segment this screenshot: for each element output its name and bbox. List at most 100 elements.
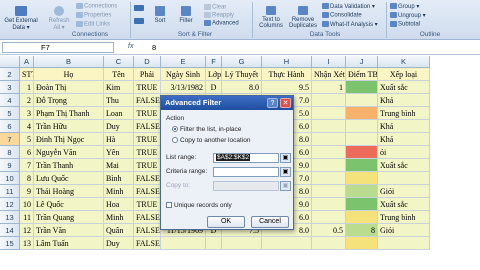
table-cell[interactable]: Nguyễn Văn <box>34 146 104 159</box>
column-title-cell[interactable]: Phái <box>134 68 161 81</box>
unique-records-checkbox[interactable]: Unique records only <box>166 202 232 209</box>
table-cell[interactable]: FALSE <box>134 224 161 237</box>
table-cell[interactable]: Xuất sắc <box>378 198 430 211</box>
row-header[interactable]: 4 <box>0 94 20 107</box>
consolidate-button[interactable]: Consolidate <box>322 12 384 19</box>
column-header-c[interactable]: C <box>104 56 134 68</box>
column-title-cell[interactable]: Lý Thuyết <box>222 68 262 81</box>
table-cell[interactable]: Trần Văn <box>34 224 104 237</box>
column-header-i[interactable]: I <box>312 56 346 68</box>
table-cell[interactable] <box>346 94 378 107</box>
table-cell[interactable]: 4 <box>20 120 34 133</box>
what-if-button[interactable]: What-If Analysis ▾ <box>322 21 384 28</box>
table-cell[interactable]: Quân <box>104 224 134 237</box>
row-header[interactable]: 11 <box>0 185 20 198</box>
close-button[interactable]: ✕ <box>280 98 291 108</box>
table-cell[interactable]: TRUE <box>134 133 161 146</box>
table-cell[interactable]: Giỏi <box>378 224 430 237</box>
table-cell[interactable] <box>206 237 222 250</box>
remove-duplicates-button[interactable]: Remove Duplicates <box>286 6 320 29</box>
table-cell[interactable]: 5 <box>20 133 34 146</box>
table-cell[interactable]: Trung bình <box>378 107 430 120</box>
column-header-e[interactable]: E <box>161 56 206 68</box>
table-cell[interactable] <box>312 133 346 146</box>
table-cell[interactable]: 9.5 <box>262 81 312 94</box>
table-cell[interactable]: 6 <box>20 146 34 159</box>
column-header-a[interactable]: A <box>20 56 34 68</box>
group-button[interactable]: Group ▾ <box>390 3 440 10</box>
table-cell[interactable] <box>346 107 378 120</box>
row-header[interactable]: 3 <box>0 81 20 94</box>
column-title-cell[interactable]: Họ <box>34 68 104 81</box>
table-cell[interactable]: 8.0 <box>222 81 262 94</box>
row-header[interactable]: 12 <box>0 198 20 211</box>
help-button[interactable]: ? <box>267 98 278 108</box>
table-cell[interactable]: Khá <box>378 120 430 133</box>
text-to-columns-button[interactable]: Text to Columns <box>256 6 286 29</box>
table-cell[interactable]: Đỗ Trọng <box>34 94 104 107</box>
table-cell[interactable] <box>312 159 346 172</box>
copy-to-input[interactable] <box>213 181 279 191</box>
table-cell[interactable]: 3/13/1982 <box>161 81 206 94</box>
table-cell[interactable]: 8 <box>346 224 378 237</box>
table-cell[interactable]: FALSE <box>134 237 161 250</box>
table-cell[interactable]: 8 <box>20 172 34 185</box>
table-cell[interactable]: Giỏi <box>378 185 430 198</box>
table-cell[interactable] <box>346 172 378 185</box>
table-cell[interactable] <box>161 237 206 250</box>
table-cell[interactable]: Đoàn Thị <box>34 81 104 94</box>
row-header[interactable]: 15 <box>0 237 20 250</box>
table-cell[interactable]: Phạm Thị Thanh <box>34 107 104 120</box>
column-header-j[interactable]: J <box>346 56 378 68</box>
filter-in-place-radio[interactable]: Filter the list, in-place <box>172 126 241 133</box>
column-header-g[interactable]: G <box>222 56 262 68</box>
copy-to-collapse-button[interactable]: ▣ <box>280 181 291 191</box>
clear-button[interactable]: Clear <box>204 4 244 11</box>
edit-links-button[interactable]: Edit Links <box>76 21 128 28</box>
table-cell[interactable] <box>312 198 346 211</box>
table-cell[interactable]: 2 <box>20 94 34 107</box>
column-title-cell[interactable]: Tên <box>104 68 134 81</box>
advanced-button[interactable]: Advanced <box>204 20 248 27</box>
table-cell[interactable] <box>312 107 346 120</box>
table-cell[interactable]: TRUE <box>134 159 161 172</box>
refresh-all-button[interactable]: Refresh All ▾ <box>44 6 74 31</box>
cancel-button[interactable]: Cancel <box>251 216 289 228</box>
table-cell[interactable]: 13 <box>20 237 34 250</box>
table-cell[interactable] <box>312 120 346 133</box>
table-cell[interactable]: Mai <box>104 159 134 172</box>
sort-button[interactable]: Sort <box>150 6 170 24</box>
table-cell[interactable]: Hà <box>104 133 134 146</box>
table-cell[interactable]: 3 <box>20 107 34 120</box>
table-cell[interactable] <box>346 159 378 172</box>
row-header[interactable]: 14 <box>0 224 20 237</box>
list-range-input[interactable]: $A$2:$K$2 <box>213 153 279 163</box>
filter-button[interactable]: Filter <box>176 6 196 24</box>
ok-button[interactable]: OK <box>207 216 245 228</box>
column-title-cell[interactable]: Thực Hành <box>262 68 312 81</box>
table-cell[interactable]: Trung bình <box>378 211 430 224</box>
table-cell[interactable] <box>222 237 262 250</box>
table-cell[interactable] <box>312 211 346 224</box>
table-cell[interactable]: Duy <box>104 237 134 250</box>
table-cell[interactable]: FALSE <box>134 172 161 185</box>
table-cell[interactable] <box>378 172 430 185</box>
table-cell[interactable]: Khá <box>378 94 430 107</box>
select-all-corner[interactable] <box>0 56 20 68</box>
ungroup-button[interactable]: Ungroup ▾ <box>390 12 440 19</box>
subtotal-button[interactable]: Subtotal <box>390 21 440 28</box>
column-title-cell[interactable]: Xếp loại <box>378 68 430 81</box>
table-cell[interactable]: 1 <box>20 81 34 94</box>
table-cell[interactable]: FALSE <box>134 185 161 198</box>
reapply-button[interactable]: Reapply <box>204 12 244 19</box>
row-header[interactable]: 13 <box>0 211 20 224</box>
table-cell[interactable]: FALSE <box>134 120 161 133</box>
data-validation-button[interactable]: Data Validation ▾ <box>322 3 384 10</box>
table-cell[interactable]: Xuất sắc <box>378 159 430 172</box>
table-cell[interactable] <box>312 185 346 198</box>
table-cell[interactable]: Trần Quang <box>34 211 104 224</box>
table-cell[interactable]: Lưu Quốc <box>34 172 104 185</box>
row-header[interactable]: 7 <box>0 133 20 146</box>
table-cell[interactable]: Đinh Thị Ngọc <box>34 133 104 146</box>
row-header[interactable]: 10 <box>0 172 20 185</box>
